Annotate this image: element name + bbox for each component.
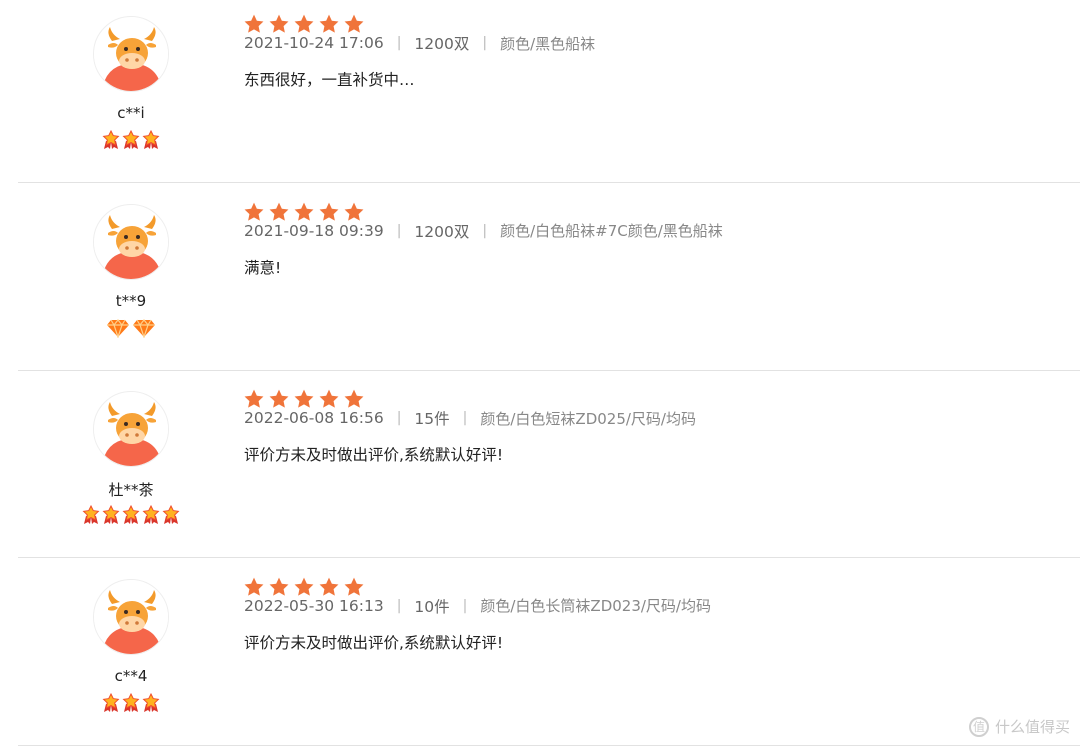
medal-icon	[142, 692, 160, 713]
review-content: 满意!	[244, 258, 282, 277]
review-date: 2021-10-24 17:06	[244, 34, 384, 52]
user-level-badges	[56, 129, 206, 150]
review-item: c**i 2021-10-24 17:06 | 1200双 | 颜色/黑色船袜 …	[18, 0, 1080, 183]
review-date: 2022-05-30 16:13	[244, 596, 384, 615]
diamond-icon	[106, 318, 130, 339]
review-content: 评价方未及时做出评价,系统默认好评!	[244, 633, 504, 652]
medal-icon	[102, 504, 120, 525]
meta-separator: |	[482, 222, 488, 239]
zhi-icon: 值	[968, 716, 989, 737]
medal-icon	[122, 504, 140, 525]
review-date: 2021-09-18 09:39	[244, 221, 384, 240]
username[interactable]: c**4	[56, 667, 206, 685]
medal-icon	[162, 504, 180, 525]
meta-separator: |	[462, 597, 468, 614]
diamond-icon	[132, 318, 156, 339]
review-meta: 2021-09-18 09:39 | 1200双 | 颜色/白色船袜#7C颜色/…	[244, 220, 723, 242]
watermark-text: 什么值得买	[994, 718, 1070, 736]
username[interactable]: 杜**茶	[56, 479, 206, 500]
medal-icon	[142, 129, 160, 150]
purchase-quantity: 1200双	[414, 222, 470, 241]
username[interactable]: c**i	[56, 104, 206, 122]
user-level-badges	[56, 504, 206, 525]
avatar[interactable]	[93, 203, 169, 280]
review-item: c**4 2022-05-30 16:13 | 10件 | 颜色/白色长筒袜ZD…	[18, 559, 1080, 746]
avatar[interactable]	[93, 16, 169, 92]
product-spec: 颜色/白色短袜ZD025/尺码/均码	[480, 409, 696, 428]
meta-separator: |	[482, 35, 488, 51]
review-item: t**9 2021-09-18 09:39 | 1200双 | 颜色/白色船袜#…	[18, 184, 1080, 371]
medal-icon	[142, 504, 160, 525]
user-level-badges	[56, 318, 206, 339]
review-content: 评价方未及时做出评价,系统默认好评!	[244, 446, 504, 464]
medal-icon	[122, 692, 140, 713]
medal-icon	[102, 692, 120, 713]
purchase-quantity: 1200双	[414, 35, 470, 53]
product-spec: 颜色/黑色船袜	[500, 34, 596, 53]
watermark: 值 什么值得买	[968, 716, 1070, 737]
purchase-quantity: 15件	[414, 410, 450, 428]
review-item: 杜**茶 2022-06-08 16:56 | 15件 | 颜色/白色短袜ZD0…	[18, 371, 1080, 558]
user-level-badges	[56, 692, 206, 713]
review-content: 东西很好，一直补货中…	[244, 71, 415, 89]
meta-separator: |	[396, 410, 402, 426]
medal-icon	[122, 129, 140, 150]
review-meta: 2022-05-30 16:13 | 10件 | 颜色/白色长筒袜ZD023/尺…	[244, 595, 711, 617]
review-meta: 2022-06-08 16:56 | 15件 | 颜色/白色短袜ZD025/尺码…	[244, 407, 696, 429]
purchase-quantity: 10件	[414, 597, 450, 616]
meta-separator: |	[396, 597, 402, 614]
avatar[interactable]	[93, 578, 169, 655]
product-spec: 颜色/白色船袜#7C颜色/黑色船袜	[500, 222, 723, 240]
avatar[interactable]	[93, 391, 169, 467]
review-meta: 2021-10-24 17:06 | 1200双 | 颜色/黑色船袜	[244, 32, 595, 54]
medal-icon	[82, 504, 100, 525]
meta-separator: |	[396, 222, 402, 239]
product-spec: 颜色/白色长筒袜ZD023/尺码/均码	[480, 597, 711, 615]
meta-separator: |	[462, 410, 468, 426]
review-date: 2022-06-08 16:56	[244, 409, 384, 427]
username[interactable]: t**9	[56, 292, 206, 310]
meta-separator: |	[396, 35, 402, 51]
medal-icon	[102, 129, 120, 150]
